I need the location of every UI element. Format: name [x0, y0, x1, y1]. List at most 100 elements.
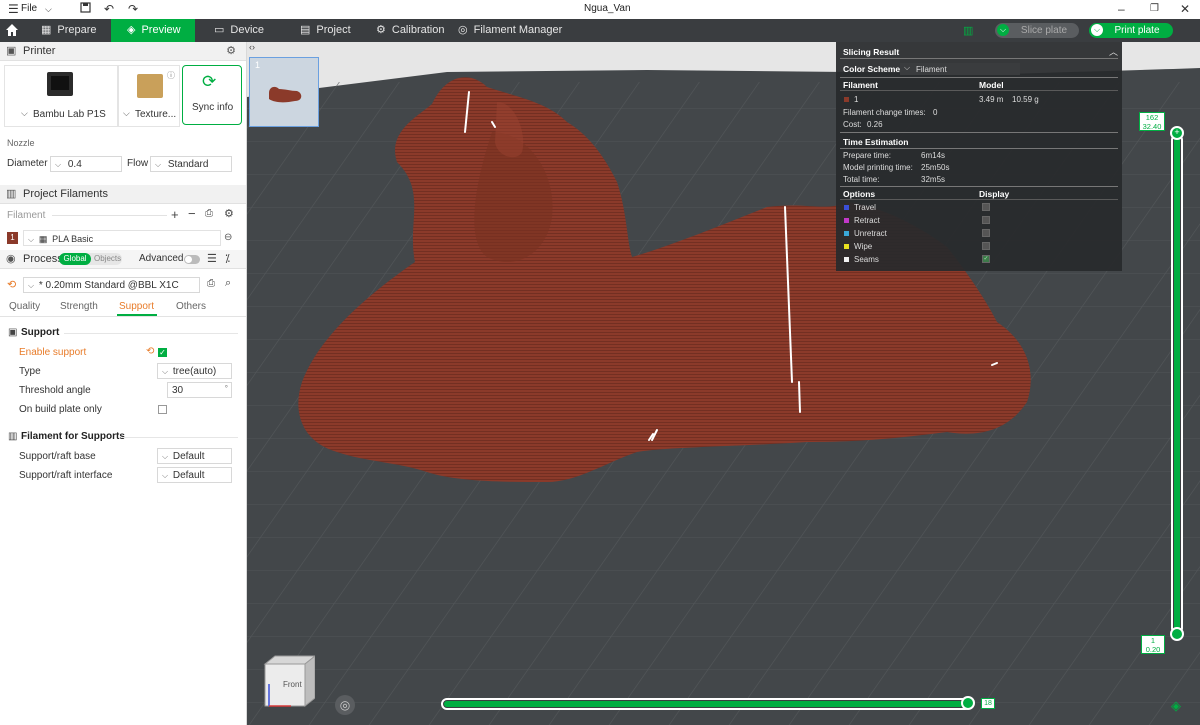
chevron-down-icon[interactable]: ⌵ [45, 2, 52, 16]
slice-plate-label: Slice plate [1020, 25, 1068, 36]
color-scheme-label: Color Scheme [843, 64, 901, 74]
gear-icon[interactable]: ⚙ [226, 44, 236, 57]
layer-slider-top-handle[interactable]: + [1170, 126, 1184, 140]
compare-icon[interactable]: ⁒ [225, 252, 230, 265]
save-icon[interactable] [80, 2, 91, 16]
reset-view-icon[interactable]: ◎ [335, 695, 355, 715]
tab-calibration[interactable]: ⚙ Calibration [376, 19, 444, 42]
diameter-select[interactable]: ⌵ 0.4 [50, 156, 122, 172]
list-icon[interactable]: ☰ [207, 252, 217, 265]
seams-swatch [844, 257, 849, 262]
close-icon[interactable]: ✕ [1180, 2, 1190, 16]
seams-display-checkbox[interactable]: ✓ [982, 255, 990, 263]
minimize-icon[interactable]: – [1118, 2, 1125, 16]
remove-filament-icon[interactable]: − [188, 206, 196, 221]
tab-preview[interactable]: ◈ Preview [111, 19, 195, 42]
title-bar: ☰ File ⌵ ↶ ↷ Ngua_Van – ❐ ✕ [0, 0, 1200, 20]
layer-slider-track[interactable] [1171, 134, 1183, 634]
tab-support[interactable]: Support [119, 301, 154, 312]
info-icon[interactable]: ⓘ [167, 70, 175, 81]
edit-filament-icon[interactable]: ⊖ [224, 232, 232, 243]
move-slider-track[interactable] [441, 698, 971, 710]
layer-slider-bottom-handle[interactable] [1170, 627, 1184, 641]
chevron-down-icon[interactable]: ⌵ [1091, 24, 1103, 36]
filament-color-swatch[interactable]: 1 [7, 232, 18, 244]
layout-icon[interactable]: ▥ [963, 24, 973, 37]
support-interface-select[interactable]: ⌵ Default [157, 467, 232, 483]
printer-card[interactable]: ⌵ Bambu Lab P1S [4, 65, 118, 127]
chevron-down-icon: ⌵ [28, 235, 35, 244]
chevron-down-icon[interactable]: ⌵ [997, 24, 1009, 36]
view-cube[interactable]: Front [261, 654, 317, 710]
support-type-label: Type [19, 366, 41, 377]
wipe-display-checkbox[interactable] [982, 242, 990, 250]
model-column-header: Model [979, 80, 1004, 90]
reset-icon[interactable]: ⟲ [7, 278, 16, 291]
travel-display-checkbox[interactable] [982, 203, 990, 211]
add-filament-icon[interactable]: + [171, 207, 179, 222]
save-preset-icon[interactable]: ⎙ [207, 278, 215, 289]
support-base-select[interactable]: ⌵ Default [157, 448, 232, 464]
tab-filament-manager[interactable]: ◎ Filament Manager [458, 19, 562, 42]
tab-strength[interactable]: Strength [60, 301, 98, 312]
total-time-value: 32m5s [921, 175, 946, 184]
tab-prepare[interactable]: ▦ Prepare [41, 19, 109, 42]
tab-project[interactable]: ▤ Project [300, 19, 351, 42]
undo-icon[interactable]: ↶ [104, 2, 114, 16]
sync-filament-icon[interactable]: ⎙ [205, 208, 213, 219]
sync-info-button[interactable]: ⟳ Sync info [182, 65, 242, 125]
slice-plate-button[interactable]: ⌵ Slice plate [995, 23, 1079, 38]
enable-support-checkbox[interactable]: ✓ [158, 348, 167, 357]
flow-value: Standard [167, 159, 209, 170]
slicing-result-title: Slicing Result [843, 47, 900, 57]
plate-type-card[interactable]: ⓘ ⌵ Texture... [118, 65, 180, 127]
flow-label: Flow [127, 158, 149, 169]
tab-others[interactable]: Others [176, 301, 206, 312]
build-plate-only-checkbox[interactable] [158, 405, 167, 414]
tab-preview-label: Preview [141, 24, 181, 36]
process-preset-select[interactable]: ⌵ * 0.20mm Standard @BBL X1C [23, 277, 200, 293]
chevron-down-icon: ⌵ [55, 160, 62, 169]
threshold-angle-unit: ° [224, 384, 228, 393]
divider [840, 90, 1118, 91]
color-scheme-select[interactable]: ⌵ Filament [900, 63, 1020, 75]
layers-icon[interactable]: ◈ [1171, 698, 1181, 714]
file-menu[interactable]: File [21, 3, 37, 14]
filament-supports-title: Filament for Supports [21, 431, 125, 442]
top-layer-height: 32.40 [1142, 122, 1162, 131]
filament-select[interactable]: ⌵ ▦ PLA Basic [23, 230, 221, 246]
tab-quality[interactable]: Quality [9, 301, 40, 312]
threshold-angle-input[interactable]: 30 ° [167, 382, 232, 398]
reset-icon[interactable]: ⟲ [146, 346, 154, 357]
option-unretract-label: Unretract [854, 229, 887, 238]
search-icon[interactable]: ⌕ [225, 277, 231, 290]
global-objects-toggle[interactable]: Global Objects [59, 253, 122, 265]
filament-index: 1 [854, 95, 859, 104]
home-icon[interactable] [5, 23, 19, 40]
move-slider-handle[interactable] [961, 696, 975, 710]
redo-icon[interactable]: ↷ [128, 2, 138, 16]
advanced-toggle[interactable] [184, 255, 200, 264]
gear-icon[interactable]: ⚙ [224, 207, 234, 220]
unretract-display-checkbox[interactable] [982, 229, 990, 237]
threshold-angle-value: 30 [172, 385, 184, 396]
filaments-section-header: ▥ Project Filaments [0, 185, 246, 204]
plate-thumbnail[interactable]: 1 [249, 57, 319, 127]
print-plate-button[interactable]: ⌵ Print plate [1089, 23, 1173, 38]
support-type-select[interactable]: ⌵ tree(auto) [157, 363, 232, 379]
objects-toggle-option[interactable]: Objects [94, 254, 121, 263]
flow-select[interactable]: ⌵ Standard [150, 156, 232, 172]
move-slider-fill [444, 701, 963, 707]
divider [840, 58, 1118, 59]
tab-prepare-label: Prepare [57, 24, 97, 36]
total-time-label: Total time: [843, 175, 880, 184]
support-base-value: Default [172, 451, 205, 462]
retract-display-checkbox[interactable] [982, 216, 990, 224]
print-plate-label: Print plate [1114, 25, 1160, 36]
collapse-panel-icon[interactable]: ︿ [1109, 45, 1118, 58]
global-toggle-option[interactable]: Global [59, 253, 91, 265]
tab-device[interactable]: ▭ Device [214, 19, 264, 42]
hamburger-menu-icon[interactable]: ☰ [8, 2, 19, 16]
maximize-icon[interactable]: ❐ [1150, 2, 1159, 16]
collapse-sidebar-icon[interactable]: ‹› [249, 42, 255, 52]
